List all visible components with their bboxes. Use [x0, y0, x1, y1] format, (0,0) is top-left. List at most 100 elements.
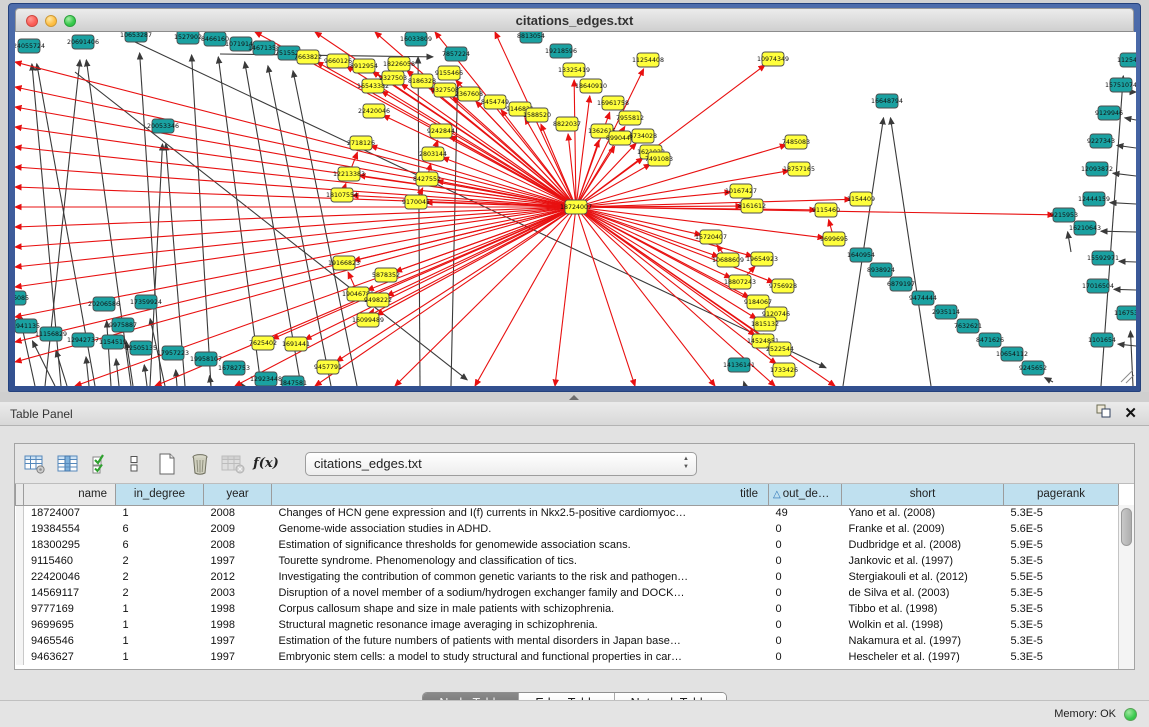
table-cell[interactable]: 19384554 — [24, 521, 116, 537]
table-cell[interactable]: Hescheler et al. (1997) — [842, 649, 1004, 665]
table-cell[interactable]: 0 — [769, 569, 842, 585]
table-cell[interactable]: Investigating the contribution of common… — [272, 569, 769, 585]
table-cell[interactable]: Tibbo et al. (1998) — [842, 601, 1004, 617]
table-cell[interactable]: 0 — [769, 617, 842, 633]
table-cell[interactable]: Estimation of significance thresholds fo… — [272, 537, 769, 553]
table-cell[interactable]: 1998 — [204, 601, 272, 617]
table-cell[interactable]: 49 — [769, 505, 842, 521]
table-cell[interactable]: de Silva et al. (2003) — [842, 585, 1004, 601]
table-mode-icon[interactable] — [23, 452, 47, 476]
table-row[interactable]: 1872400712008Changes of HCN gene express… — [16, 505, 1119, 521]
table-cell[interactable]: 18724007 — [24, 505, 116, 521]
table-cell[interactable]: 2008 — [204, 505, 272, 521]
table-row[interactable]: 977716911998Corpus callosum shape and si… — [16, 601, 1119, 617]
table-cell[interactable]: 1 — [116, 601, 204, 617]
table-cell[interactable]: 2 — [116, 553, 204, 569]
network-canvas[interactable]: 1872400724055724206914061065328715279028… — [15, 32, 1136, 386]
table-cell[interactable]: 0 — [769, 585, 842, 601]
table-cell[interactable]: 9463627 — [24, 649, 116, 665]
table-row[interactable]: 1830029562008Estimation of significance … — [16, 537, 1119, 553]
table-cell[interactable]: 0 — [769, 553, 842, 569]
column-header-pagerank[interactable]: pagerank — [1004, 484, 1119, 505]
table-vertical-scrollbar[interactable] — [1118, 505, 1134, 669]
table-cell[interactable]: Embryonic stem cells: a model to study s… — [272, 649, 769, 665]
table-cell[interactable]: 0 — [769, 633, 842, 649]
table-cell[interactable]: 9465546 — [24, 633, 116, 649]
delete-column-icon[interactable] — [188, 452, 212, 476]
table-row[interactable]: 946554611997Estimation of the future num… — [16, 633, 1119, 649]
scrollbar-thumb[interactable] — [1121, 508, 1132, 546]
table-cell[interactable]: 1 — [116, 649, 204, 665]
table-row[interactable]: 1456911722003Disruption of a novel membe… — [16, 585, 1119, 601]
table-cell[interactable]: 0 — [769, 649, 842, 665]
table-cell[interactable]: 2009 — [204, 521, 272, 537]
table-row[interactable]: 2242004622012Investigating the contribut… — [16, 569, 1119, 585]
table-cell[interactable]: 1 — [116, 617, 204, 633]
table-cell[interactable]: 2 — [116, 585, 204, 601]
table-cell[interactable]: Yano et al. (2008) — [842, 505, 1004, 521]
table-cell[interactable]: 2012 — [204, 569, 272, 585]
network-window-titlebar[interactable]: citations_edges.txt — [15, 8, 1134, 32]
network-svg[interactable]: 1872400724055724206914061065328715279028… — [15, 32, 1136, 386]
table-cell[interactable]: 2003 — [204, 585, 272, 601]
table-row[interactable]: 911546021997Tourette syndrome. Phenomeno… — [16, 553, 1119, 569]
table-cell[interactable]: 5.9E-5 — [1004, 537, 1119, 553]
table-cell[interactable]: 1 — [116, 633, 204, 649]
table-cell[interactable]: Corpus callosum shape and size in male p… — [272, 601, 769, 617]
table-cell[interactable]: 1997 — [204, 633, 272, 649]
table-row[interactable]: 969969511998Structural magnetic resonanc… — [16, 617, 1119, 633]
table-cell[interactable]: Franke et al. (2009) — [842, 521, 1004, 537]
table-cell[interactable]: 2 — [116, 569, 204, 585]
column-header-out_degree[interactable]: △out_de… — [769, 484, 842, 505]
table-row[interactable]: 1938455462009Genome-wide association stu… — [16, 521, 1119, 537]
column-header-year[interactable]: year — [204, 484, 272, 505]
column-header-short[interactable]: short — [842, 484, 1004, 505]
splitter-handle[interactable] — [569, 395, 579, 400]
unselect-rows-icon[interactable] — [122, 452, 146, 476]
table-cell[interactable]: 18300295 — [24, 537, 116, 553]
table-cell[interactable]: 1 — [116, 505, 204, 521]
new-column-icon[interactable] — [155, 452, 179, 476]
table-cell[interactable]: Changes of HCN gene expression and I(f) … — [272, 505, 769, 521]
table-row[interactable]: 946362711997Embryonic stem cells: a mode… — [16, 649, 1119, 665]
table-cell[interactable]: 5.3E-5 — [1004, 601, 1119, 617]
table-cell[interactable]: Nakamura et al. (1997) — [842, 633, 1004, 649]
table-cell[interactable]: 5.3E-5 — [1004, 617, 1119, 633]
table-cell[interactable]: Structural magnetic resonance image aver… — [272, 617, 769, 633]
table-cell[interactable]: 0 — [769, 601, 842, 617]
table-cell[interactable]: Estimation of the future numbers of pati… — [272, 633, 769, 649]
table-cell[interactable]: 22420046 — [24, 569, 116, 585]
column-header-title[interactable]: title — [272, 484, 769, 505]
table-cell[interactable]: 5.3E-5 — [1004, 649, 1119, 665]
table-cell[interactable]: 5.3E-5 — [1004, 553, 1119, 569]
table-cell[interactable]: 1997 — [204, 649, 272, 665]
table-cell[interactable]: Tourette syndrome. Phenomenology and cla… — [272, 553, 769, 569]
table-cell[interactable]: 0 — [769, 537, 842, 553]
column-header-in_degree[interactable]: in_degree — [116, 484, 204, 505]
table-cell[interactable]: 1997 — [204, 553, 272, 569]
table-cell[interactable]: Wolkin et al. (1998) — [842, 617, 1004, 633]
close-panel-icon[interactable]: ✕ — [1124, 406, 1137, 421]
table-cell[interactable]: 5.3E-5 — [1004, 505, 1119, 521]
table-cell[interactable]: 9777169 — [24, 601, 116, 617]
show-columns-icon[interactable] — [56, 452, 80, 476]
table-cell[interactable]: Disruption of a novel member of a sodium… — [272, 585, 769, 601]
table-cell[interactable]: 5.6E-5 — [1004, 521, 1119, 537]
table-cell[interactable]: 9115460 — [24, 553, 116, 569]
float-panel-icon[interactable] — [1096, 404, 1111, 423]
table-cell[interactable]: Stergiakouli et al. (2012) — [842, 569, 1004, 585]
column-header-name[interactable]: name — [24, 484, 116, 505]
table-cell[interactable]: 1998 — [204, 617, 272, 633]
table-cell[interactable]: 0 — [769, 521, 842, 537]
table-cell[interactable]: Jankovic et al. (1997) — [842, 553, 1004, 569]
table-cell[interactable]: 2008 — [204, 537, 272, 553]
table-cell[interactable]: 6 — [116, 537, 204, 553]
table-cell[interactable]: 9699695 — [24, 617, 116, 633]
function-builder-icon[interactable]: f(x) — [254, 452, 278, 476]
table-cell[interactable]: Genome-wide association studies in ADHD. — [272, 521, 769, 537]
table-cell[interactable]: 14569117 — [24, 585, 116, 601]
table-cell[interactable]: Dudbridge et al. (2008) — [842, 537, 1004, 553]
split-divider[interactable] — [0, 392, 1149, 402]
table-cell[interactable]: 6 — [116, 521, 204, 537]
delete-table-icon[interactable] — [221, 452, 245, 476]
